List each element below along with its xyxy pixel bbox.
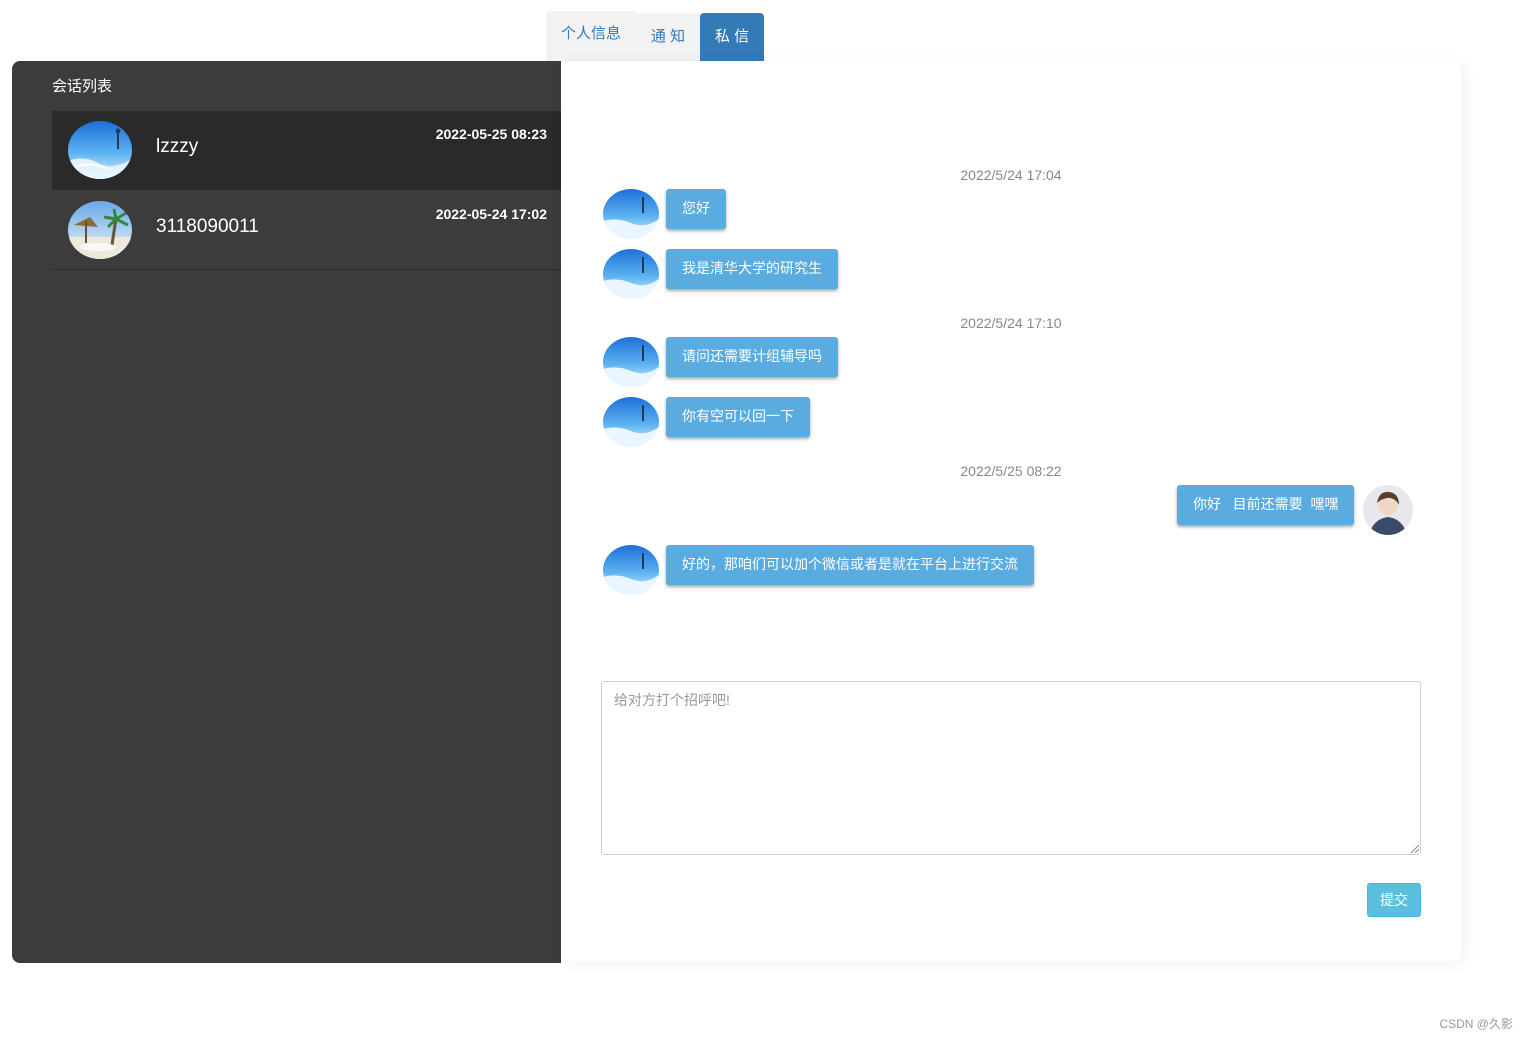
conversation-time: 2022-05-24 17:02 (435, 206, 547, 222)
sender-avatar (603, 249, 659, 299)
tab-personal-info[interactable]: 个人信息 (546, 11, 636, 61)
sender-avatar (603, 337, 659, 387)
message-bubble-own: 你好 目前还需要 嘿嘿 (1177, 485, 1355, 525)
sender-avatar (603, 189, 659, 239)
tab-notifications[interactable]: 通 知 (636, 13, 700, 61)
message-timestamp: 2022/5/24 17:10 (960, 315, 1062, 331)
tab-private-messages[interactable]: 私 信 (700, 13, 764, 61)
message-bubble: 我是清华大学的研究生 (666, 249, 838, 289)
avatar (68, 121, 132, 179)
conversation-list-panel: 会话列表 lzzzy 2022-05-25 08:23 3118090011 2… (12, 61, 561, 963)
conversation-name: lzzzy (156, 136, 199, 157)
conversation-list-title: 会话列表 (52, 78, 113, 95)
sender-avatar (603, 397, 659, 447)
resize-grip-icon[interactable] (1411, 845, 1419, 853)
message-bubble: 好的，那咱们可以加个微信或者是就在平台上进行交流 (666, 545, 1034, 585)
conversation-item-3118090011[interactable]: 3118090011 2022-05-24 17:02 (52, 191, 561, 270)
avatar (68, 201, 132, 259)
message-input[interactable] (601, 681, 1421, 855)
message-bubble: 请问还需要计组辅导吗 (666, 337, 838, 377)
message-timestamp: 2022/5/25 08:22 (960, 463, 1062, 479)
message-timestamp: 2022/5/24 17:04 (960, 167, 1062, 183)
conversation-item-lzzzy[interactable]: lzzzy 2022-05-25 08:23 (52, 111, 561, 190)
submit-button[interactable]: 提交 (1367, 883, 1421, 917)
message-bubble: 你有空可以回一下 (666, 397, 810, 437)
own-avatar (1363, 485, 1413, 535)
watermark: CSDN @久影 (1439, 1017, 1513, 1031)
sender-avatar (603, 545, 659, 595)
conversation-name: 3118090011 (156, 216, 259, 237)
message-bubble: 您好 (666, 189, 726, 229)
chat-panel: 2022/5/24 17:04 您好 我是清华大学的研究生 2022/5/24 … (561, 61, 1461, 961)
conversation-time: 2022-05-25 08:23 (435, 126, 547, 142)
